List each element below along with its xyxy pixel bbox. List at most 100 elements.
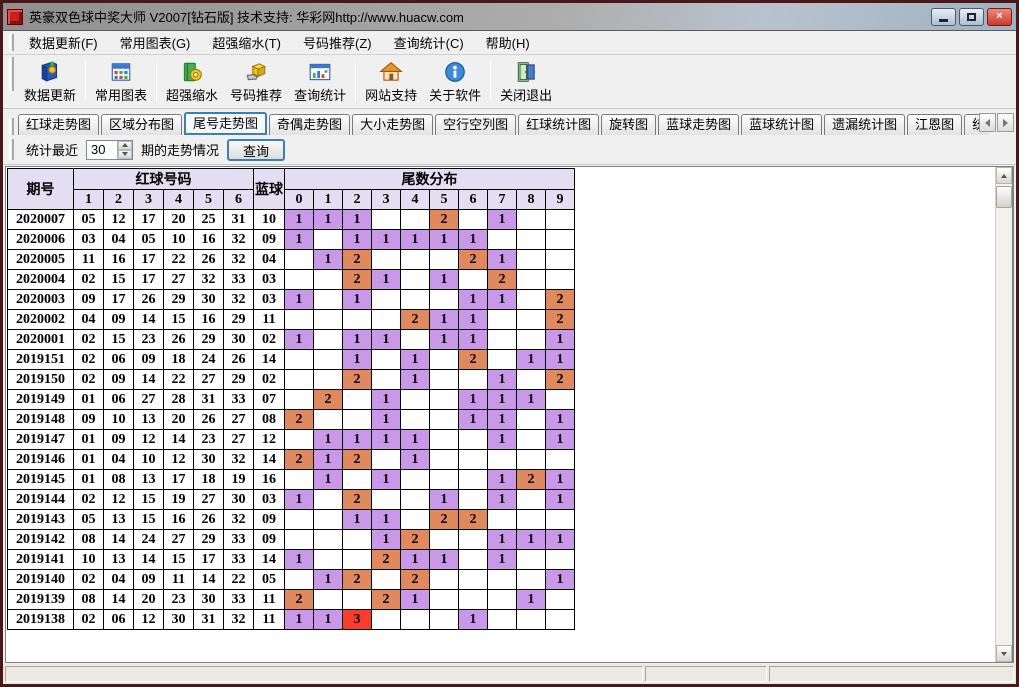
toolbar-button-number-recommend[interactable]: 号码推荐 xyxy=(224,57,288,106)
close-button[interactable]: × xyxy=(987,8,1012,26)
red-number-cell: 17 xyxy=(194,550,224,570)
red-number-cell: 12 xyxy=(104,210,134,230)
tail-count-cell: 1 xyxy=(285,230,314,250)
tail-count-cell xyxy=(517,570,546,590)
status-panel-2 xyxy=(645,666,767,682)
period-cell: 2020004 xyxy=(8,270,74,290)
toolbar-button-close-exit[interactable]: 关闭退出 xyxy=(494,57,558,106)
tab-zone-dist[interactable]: 区域分布图 xyxy=(101,114,182,135)
tail-count-cell xyxy=(401,330,430,350)
red-number-cell: 20 xyxy=(164,210,194,230)
toolbar-button-super-shrink[interactable]: 超强缩水 xyxy=(160,57,224,106)
red-number-cell: 20 xyxy=(164,410,194,430)
menu-item-super-shrink[interactable]: 超强缩水(T) xyxy=(201,34,292,53)
toolbar-button-label: 超强缩水 xyxy=(166,85,218,104)
red-number-cell: 16 xyxy=(194,310,224,330)
scrollbar-thumb[interactable] xyxy=(996,186,1012,208)
spin-up-button[interactable] xyxy=(118,141,132,150)
tail-count-cell xyxy=(488,590,517,610)
filter-label-after: 期的走势情况 xyxy=(141,140,219,159)
database-update-icon xyxy=(38,60,62,84)
red-number-cell: 32 xyxy=(224,250,254,270)
tab-red-trend[interactable]: 红球走势图 xyxy=(18,114,99,135)
red-number-cell: 30 xyxy=(194,590,224,610)
toolbar-button-data-update[interactable]: 数据更新 xyxy=(18,57,82,106)
tail-count-cell: 2 xyxy=(285,450,314,470)
tab-blue-trend[interactable]: 蓝球走势图 xyxy=(658,114,739,135)
tail-count-cell xyxy=(314,310,343,330)
tail-count-cell: 2 xyxy=(546,370,575,390)
menu-item-help[interactable]: 帮助(H) xyxy=(475,34,541,53)
red-number-cell: 30 xyxy=(194,450,224,470)
query-button[interactable]: 查询 xyxy=(227,139,285,161)
tab-scroll-right-button[interactable] xyxy=(997,113,1014,132)
toolbar-button-common-charts[interactable]: 常用图表 xyxy=(89,57,153,106)
tail-count-cell xyxy=(517,290,546,310)
tail-col-header: 1 xyxy=(314,190,343,210)
menu-item-number-recommend[interactable]: 号码推荐(Z) xyxy=(292,34,383,53)
table-row: 2019143051315162632091122 xyxy=(8,510,575,530)
tail-count-cell xyxy=(285,310,314,330)
tab-odd-even[interactable]: 奇偶走势图 xyxy=(269,114,350,135)
red-number-cell: 28 xyxy=(164,390,194,410)
red-number-cell: 02 xyxy=(74,570,104,590)
red-number-cell: 29 xyxy=(224,310,254,330)
tab-rotation[interactable]: 旋转图 xyxy=(601,114,656,135)
tail-count-cell: 1 xyxy=(546,570,575,590)
recent-periods-input[interactable] xyxy=(87,141,117,159)
toolbar-button-about-software[interactable]: 关于软件 xyxy=(423,57,487,106)
menu-item-query-stats[interactable]: 查询统计(C) xyxy=(383,34,475,53)
tail-col-header: 5 xyxy=(430,190,459,210)
red-number-cell: 13 xyxy=(134,410,164,430)
red-number-cell: 13 xyxy=(134,470,164,490)
toolbar-button-query-stats[interactable]: 查询统计 xyxy=(288,57,352,106)
tail-count-cell xyxy=(546,250,575,270)
tail-col-header: 8 xyxy=(517,190,546,210)
red-number-cell: 19 xyxy=(164,490,194,510)
minimize-button[interactable] xyxy=(931,8,956,26)
red-number-cell: 05 xyxy=(74,210,104,230)
tail-count-cell: 2 xyxy=(372,550,401,570)
toolbar-button-website-support[interactable]: 网站支持 xyxy=(359,57,423,106)
tab-red-stats[interactable]: 红球统计图 xyxy=(518,114,599,135)
blue-number-cell: 02 xyxy=(254,330,285,350)
tail-count-cell: 2 xyxy=(343,490,372,510)
menu-item-common-charts[interactable]: 常用图表(G) xyxy=(109,34,202,53)
tab-empty-rowcol[interactable]: 空行空列图 xyxy=(435,114,516,135)
red-number-cell: 04 xyxy=(104,570,134,590)
period-cell: 2019138 xyxy=(8,610,74,630)
spin-down-button[interactable] xyxy=(118,150,132,159)
menu-item-data-update[interactable]: 数据更新(F) xyxy=(18,34,109,53)
tail-count-cell: 1 xyxy=(459,610,488,630)
tail-count-cell xyxy=(459,210,488,230)
tail-count-cell: 1 xyxy=(343,350,372,370)
vertical-scrollbar[interactable] xyxy=(995,167,1012,662)
maximize-button[interactable] xyxy=(959,8,984,26)
query-stats-icon xyxy=(308,60,332,84)
red-number-cell: 14 xyxy=(164,430,194,450)
tail-count-cell: 1 xyxy=(343,430,372,450)
tab-omission-stats[interactable]: 遗漏统计图 xyxy=(824,114,905,135)
tab-scroll-left-button[interactable] xyxy=(979,113,996,132)
red-number-cell: 14 xyxy=(104,530,134,550)
red-number-cell: 31 xyxy=(194,390,224,410)
tail-col-header: 7 xyxy=(488,190,517,210)
tab-gann[interactable]: 江恩图 xyxy=(907,114,962,135)
tab-big-small[interactable]: 大小走势图 xyxy=(352,114,433,135)
tab-tail-trend[interactable]: 尾号走势图 xyxy=(184,112,267,135)
tail-count-cell xyxy=(372,490,401,510)
tail-count-cell: 1 xyxy=(459,390,488,410)
scroll-up-button[interactable] xyxy=(996,167,1012,184)
period-cell: 2019145 xyxy=(8,470,74,490)
scrollbar-track[interactable] xyxy=(996,184,1012,645)
table-row: 2020002040914151629112112 xyxy=(8,310,575,330)
tail-count-cell xyxy=(488,450,517,470)
tab-blue-stats[interactable]: 蓝球统计图 xyxy=(741,114,822,135)
tail-count-cell: 2 xyxy=(343,270,372,290)
period-cell: 2019148 xyxy=(8,410,74,430)
tail-count-cell xyxy=(517,610,546,630)
red-number-cell: 15 xyxy=(134,510,164,530)
scroll-down-button[interactable] xyxy=(996,645,1012,662)
red-number-cell: 18 xyxy=(194,470,224,490)
tail-col-header: 9 xyxy=(546,190,575,210)
